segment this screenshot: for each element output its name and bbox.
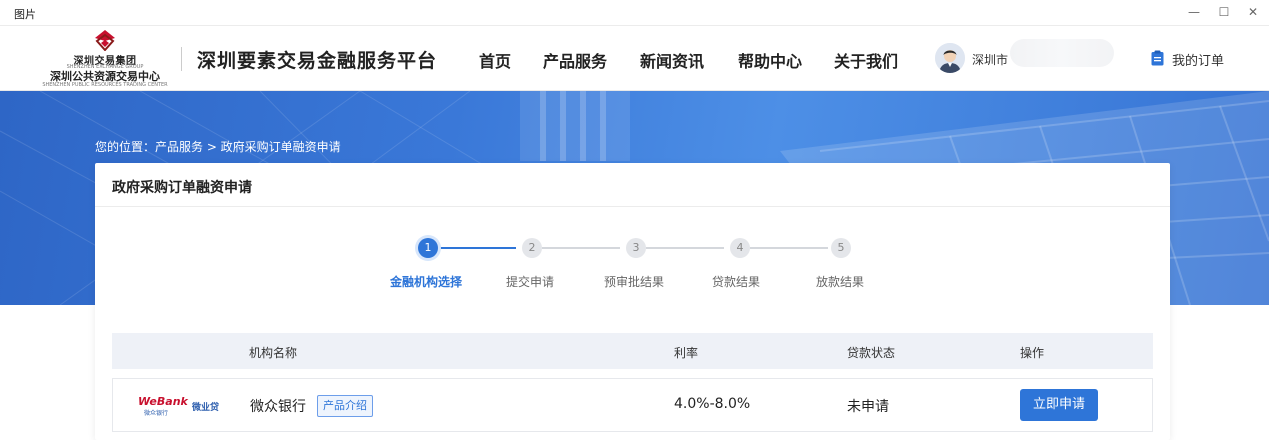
window-title: 图片: [14, 8, 36, 21]
header-divider: [181, 47, 182, 71]
step-5-indicator: 5: [831, 238, 851, 258]
table-row: WeBank 微众银行 微业贷 微众银行 产品介绍 4.0%-8.0% 未申请 …: [112, 378, 1153, 432]
step-3-label: 预审批结果: [603, 275, 664, 289]
webank-logo: WeBank 微众银行 微业贷: [138, 395, 228, 419]
my-orders-link[interactable]: 我的订单: [1172, 50, 1224, 69]
institution-name: 微众银行: [250, 399, 306, 415]
maximize-button[interactable]: ☐: [1211, 2, 1237, 22]
webank-logo-sub: 微众银行: [144, 410, 169, 417]
step-connector-3: [646, 247, 724, 249]
site-header: 深圳交易集团 SHENZHEN EXCHANGE GROUP 深圳公共资源交易中…: [0, 27, 1269, 91]
user-name[interactable]: 深圳市: [972, 51, 1008, 68]
nav-home[interactable]: 首页: [479, 48, 511, 72]
step-2-indicator: 2: [522, 238, 542, 258]
close-button[interactable]: ✕: [1240, 2, 1266, 22]
step-connector-1: [438, 247, 516, 249]
step-4-indicator: 4: [730, 238, 750, 258]
user-avatar-icon: [935, 43, 965, 73]
step-1-indicator: 1: [418, 238, 438, 258]
step-3-indicator: 3: [626, 238, 646, 258]
nav-news[interactable]: 新闻资讯: [640, 48, 704, 72]
step-1-label: 金融机构选择: [389, 275, 462, 289]
col-institution: 机构名称: [249, 346, 298, 360]
table-header: 机构名称 利率 贷款状态 操作: [112, 333, 1153, 369]
card-divider: [95, 206, 1170, 207]
col-action: 操作: [1020, 346, 1045, 360]
product-intro-tag[interactable]: 产品介绍: [317, 395, 373, 417]
nav-products[interactable]: 产品服务: [543, 48, 607, 72]
step-4-label: 贷款结果: [711, 275, 760, 289]
apply-now-button[interactable]: 立即申请: [1020, 389, 1098, 421]
interest-rate: 4.0%-8.0%: [674, 396, 751, 412]
step-2-label: 提交申请: [505, 275, 554, 289]
platform-title: 深圳要素交易金融服务平台: [197, 50, 438, 72]
site-logo[interactable]: 深圳交易集团 SHENZHEN EXCHANGE GROUP 深圳公共资源交易中…: [40, 27, 170, 91]
clipboard-icon[interactable]: [1151, 50, 1164, 66]
col-loan-status: 贷款状态: [847, 346, 896, 360]
webank-product-name: 微业贷: [192, 403, 220, 413]
window-titlebar: 图片 — ☐ ✕: [0, 0, 1269, 26]
logo-center-sub: SHENZHEN PUBLIC RESOURCES TRADING CENTER: [42, 82, 168, 88]
webank-logo-text: WeBank: [138, 395, 188, 408]
step-connector-2: [542, 247, 620, 249]
user-avatar[interactable]: [935, 43, 965, 73]
nav-about[interactable]: 关于我们: [834, 48, 898, 72]
step-5-label: 放款结果: [815, 275, 864, 289]
page-title: 政府采购订单融资申请: [112, 180, 252, 196]
step-connector-4: [750, 247, 828, 249]
loan-status: 未申请: [847, 399, 889, 415]
minimize-button[interactable]: —: [1181, 2, 1207, 22]
nav-help[interactable]: 帮助中心: [738, 48, 802, 72]
breadcrumb: 您的位置：产品服务 > 政府采购订单融资申请: [95, 140, 341, 154]
application-card: 政府采购订单融资申请 1 2 3 4 5 金融机构选择 提交申请 预审批结果 贷…: [95, 163, 1170, 440]
logo-emblem-icon: [95, 30, 115, 51]
col-rate: 利率: [674, 346, 699, 360]
user-name-redacted: [1010, 39, 1114, 67]
